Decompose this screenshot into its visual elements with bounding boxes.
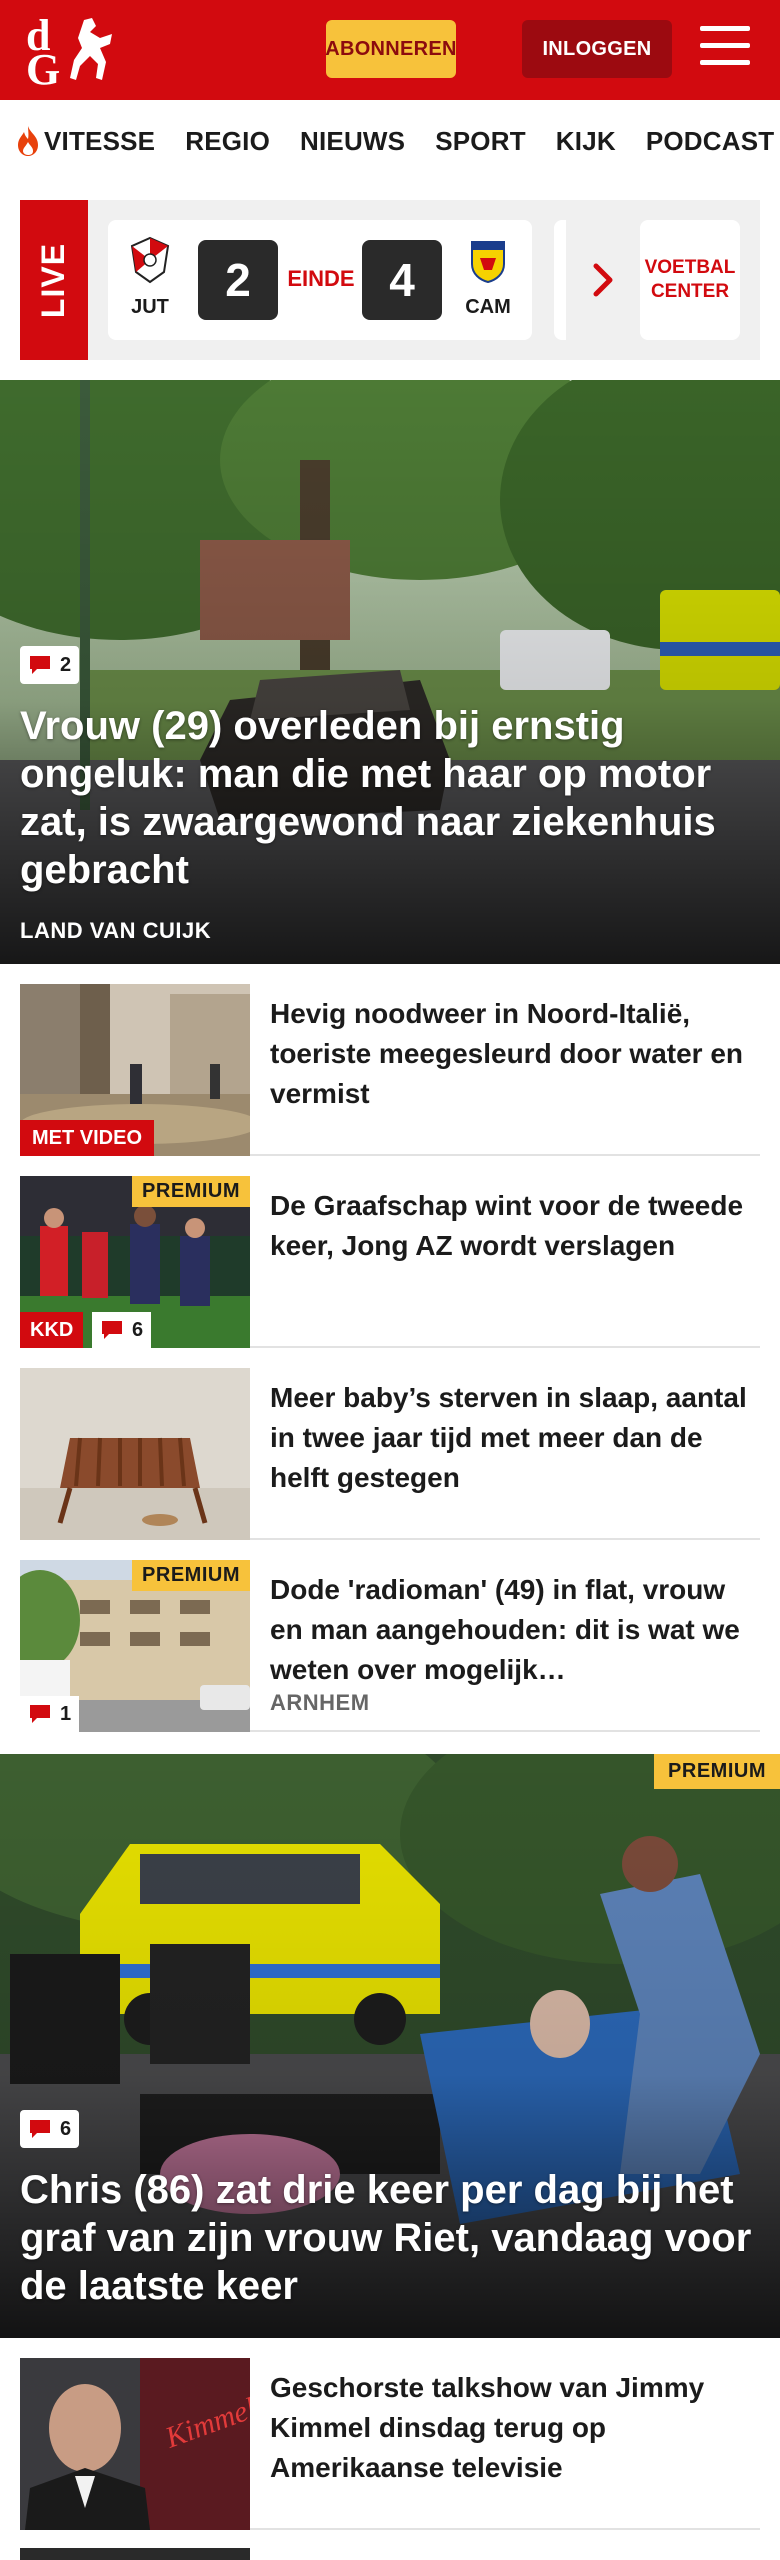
- article-title[interactable]: Geschorste talkshow van Jimmy Kimmel din…: [270, 2368, 750, 2488]
- match-status: EINDE: [287, 266, 355, 291]
- comment-icon: [102, 1321, 122, 1339]
- article-title[interactable]: Meer baby’s sterven in slaap, aantal in …: [270, 1378, 750, 1498]
- list-item[interactable]: Meer baby’s sterven in slaap, aantal in …: [20, 1368, 760, 1540]
- comment-icon: [30, 2120, 50, 2138]
- horse-rider-icon: [70, 18, 112, 80]
- comment-icon: [30, 656, 50, 674]
- article-title[interactable]: Hevig noodweer in Noord-Italië, toeriste…: [270, 994, 750, 1114]
- comment-count: 1: [60, 1702, 72, 1725]
- home-team: JUT: [120, 236, 180, 319]
- logo-letter-g: G: [26, 45, 61, 94]
- hero-title[interactable]: Vrouw (29) overleden bij ernstig ongeluk…: [20, 702, 760, 894]
- article-title[interactable]: Dode 'radioman' (49) in flat, vrouw en m…: [270, 1570, 750, 1690]
- match-card[interactable]: JUT 2 EINDE 4 CAM: [108, 220, 532, 340]
- premium-badge: PREMIUM: [654, 1754, 780, 1789]
- nav-label: NIEUWS: [300, 125, 406, 156]
- article-thumbnail: [20, 1368, 250, 1540]
- crib-photo: [20, 1368, 250, 1540]
- nav-item-regio[interactable]: REGIO: [185, 126, 270, 157]
- nav-label: REGIO: [185, 125, 271, 156]
- hero-article[interactable]: PREMIUM 6 Chris (86) zat drie keer per d…: [0, 1754, 780, 2338]
- hero-article[interactable]: 2 Vrouw (29) overleden bij ernstig ongel…: [0, 380, 780, 964]
- hero-title[interactable]: Chris (86) zat drie keer per dag bij het…: [20, 2166, 760, 2310]
- away-score: 4: [362, 240, 442, 320]
- away-team: CAM: [458, 236, 518, 319]
- nav-label: VITESSE: [44, 125, 156, 156]
- premium-badge: PREMIUM: [132, 1560, 250, 1591]
- list-item[interactable]: MET VIDEO Hevig noodweer in Noord-Italië…: [20, 984, 760, 1156]
- nav-label: SPORT: [435, 125, 526, 156]
- article-thumbnail: MET VIDEO: [20, 984, 250, 1156]
- nav-item-nieuws[interactable]: NIEUWS: [300, 126, 405, 157]
- list-item[interactable]: PREMIUM KKD 6 De Graafschap wint voor de…: [20, 1176, 760, 1348]
- hero-location: LAND VAN CUIJK: [20, 918, 212, 943]
- nav-item-vitesse[interactable]: VITESSE: [16, 125, 155, 157]
- article-location: ARNHEM: [270, 1690, 370, 1715]
- nav-item-kijk[interactable]: KIJK: [556, 126, 616, 157]
- site-logo[interactable]: d G: [22, 10, 118, 94]
- fc-utrecht-crest-icon: [130, 236, 170, 284]
- sc-cambuur-crest-icon: [471, 241, 505, 284]
- chevron-right-icon[interactable]: [592, 260, 616, 300]
- article-title[interactable]: De Graafschap wint voor de tweede keer, …: [270, 1186, 750, 1266]
- list-item[interactable]: Kimmel Geschorste talkshow van Jimmy Kim…: [20, 2358, 760, 2530]
- live-label: LIVE: [20, 200, 88, 360]
- live-scores-bar: LIVE JUT 2 EINDE 4 CAM VOETBAL CENTER: [20, 200, 760, 360]
- premium-badge: PREMIUM: [132, 1176, 250, 1207]
- comment-count: 6: [132, 1318, 144, 1341]
- video-tag: MET VIDEO: [20, 1120, 155, 1156]
- comment-count-badge[interactable]: 1: [20, 1696, 80, 1732]
- nav-label: KIJK: [555, 125, 616, 156]
- article-thumbnail: PREMIUM 1: [20, 1560, 250, 1732]
- main-nav: VITESSE REGIO NIEUWS SPORT KIJK PODCAST: [0, 100, 780, 182]
- next-article-title-partial[interactable]: [270, 2552, 730, 2560]
- nav-label: PODCAST: [645, 125, 775, 156]
- voetbal-center-link[interactable]: VOETBAL CENTER: [640, 220, 740, 340]
- article-thumbnail: PREMIUM KKD 6: [20, 1176, 250, 1348]
- subscribe-button[interactable]: ABONNEREN: [325, 20, 457, 78]
- comment-count-badge[interactable]: 6: [20, 2110, 80, 2148]
- article-thumbnail: Kimmel: [20, 2358, 250, 2530]
- home-score: 2: [198, 240, 278, 320]
- next-match-card[interactable]: [554, 220, 566, 340]
- nav-item-sport[interactable]: SPORT: [435, 126, 526, 157]
- away-team-name: CAM: [465, 296, 511, 318]
- club-tag: KKD: [20, 1312, 84, 1348]
- comment-count-badge[interactable]: 6: [92, 1312, 152, 1348]
- flame-icon: [18, 126, 38, 156]
- hamburger-menu-icon[interactable]: [700, 26, 750, 72]
- comment-count-badge[interactable]: 2: [20, 646, 80, 684]
- next-article-thumbnail[interactable]: [20, 2548, 250, 2560]
- comment-count: 2: [60, 653, 72, 676]
- site-header: d G ABONNEREN INLOGGEN: [0, 0, 780, 100]
- comment-count: 6: [60, 2117, 72, 2140]
- jimmy-kimmel-photo: Kimmel: [20, 2358, 250, 2530]
- nav-item-podcast[interactable]: PODCAST: [646, 126, 775, 157]
- home-team-name: JUT: [131, 296, 169, 318]
- comment-icon: [30, 1705, 50, 1723]
- login-button[interactable]: INLOGGEN: [522, 20, 672, 78]
- list-item[interactable]: PREMIUM 1 Dode 'radioman' (49) in flat, …: [20, 1560, 760, 1732]
